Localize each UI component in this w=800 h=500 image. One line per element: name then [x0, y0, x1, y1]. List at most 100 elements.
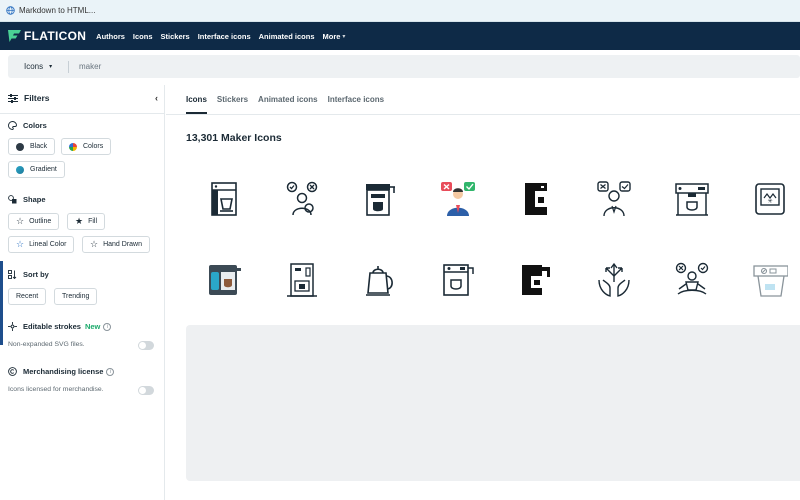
chip-label: Colors [83, 143, 104, 150]
pen-tool-icon [8, 322, 17, 331]
editable-strokes-note: Non-expanded SVG files. [8, 341, 85, 348]
vending-coffee-icon[interactable] [280, 258, 324, 302]
tab-stickers[interactable]: Stickers [217, 95, 248, 114]
results-title: 13,301 Maker Icons [186, 132, 282, 144]
star-hand-drawn-icon: ☆ [90, 239, 99, 249]
chip-label: Hand Drawn [103, 241, 142, 248]
espresso-machine-icon[interactable] [358, 177, 402, 221]
search-category-label: Icons [24, 62, 44, 71]
logo-text: FLATICON [24, 29, 87, 43]
globe-icon [6, 6, 15, 15]
svg-text:✳: ✳ [767, 198, 772, 205]
collapse-chevron-icon[interactable]: ‹ [155, 93, 158, 103]
hands-arrows-icon[interactable] [592, 258, 636, 302]
filters-header: Filters ‹ [8, 93, 158, 103]
chip-label: Fill [88, 218, 98, 225]
search-input[interactable] [69, 62, 369, 71]
chip-label: Black [30, 143, 48, 150]
sidebar-divider [0, 113, 164, 114]
decision-maker-icon[interactable] [280, 177, 324, 221]
palette-icon [8, 121, 17, 130]
decision-maker-color-icon[interactable] [436, 177, 480, 221]
tab-interface-icons[interactable]: Interface icons [328, 95, 384, 114]
shape-title: Shape [23, 195, 46, 204]
filters-title: Filters [24, 93, 50, 103]
browser-tab-bar: Markdown to HTML... [0, 0, 800, 22]
chip-label: Lineal Color [29, 241, 67, 248]
flaticon-logo-icon [8, 30, 21, 42]
tab-icons[interactable]: Icons [186, 95, 207, 114]
chip-label: Gradient [30, 166, 57, 173]
sort-recent-chip[interactable]: Recent [8, 288, 47, 305]
sort-trending-chip[interactable]: Trending [54, 288, 98, 305]
ad-banner-placeholder [186, 325, 800, 481]
chip-label: Recent [16, 293, 39, 300]
filters-sidebar: Filters ‹ Colors Black Colors Gradient S… [0, 85, 165, 500]
chip-label: Outline [29, 218, 52, 225]
new-badge: New [84, 322, 101, 331]
tab-animated-icons[interactable]: Animated icons [258, 95, 318, 114]
nav-icons[interactable]: Icons [133, 32, 153, 41]
color-black-chip[interactable]: Black [8, 138, 56, 155]
nav-interface-icons[interactable]: Interface icons [198, 32, 251, 41]
star-outline-icon: ☆ [16, 216, 25, 226]
top-navigation: FLATICON Authors Icons Stickers Interfac… [0, 22, 800, 50]
coffee-maker-fill-icon[interactable] [514, 258, 558, 302]
meditating-decision-icon[interactable] [670, 258, 714, 302]
gradient-swatch [16, 165, 24, 174]
color-colors-chip[interactable]: Colors [61, 138, 112, 155]
star-lineal-icon: ☆ [16, 239, 25, 249]
ice-maker-icon[interactable] [748, 258, 792, 302]
black-swatch [16, 142, 24, 151]
shapes-icon [8, 195, 17, 204]
merch-license-label: Merchandising license [23, 367, 104, 376]
shape-outline-chip[interactable]: ☆ Outline [8, 213, 60, 230]
shape-fill-chip[interactable]: ★ Fill [67, 213, 106, 230]
nav-animated-icons[interactable]: Animated icons [259, 32, 315, 41]
multicolor-swatch [69, 142, 77, 151]
results-area: Icons Stickers Animated icons Interface … [166, 85, 800, 500]
nav-stickers[interactable]: Stickers [161, 32, 190, 41]
editable-strokes-toggle[interactable] [138, 341, 154, 350]
coffee-maker-outline-icon[interactable] [436, 258, 480, 302]
editable-strokes-label: Editable strokes [23, 322, 81, 331]
espresso-maker-icon[interactable] [670, 177, 714, 221]
editable-strokes-title: Editable strokes New i [8, 322, 112, 331]
sort-icon [8, 270, 17, 279]
sort-title: Sort by [23, 270, 49, 279]
merch-license-note: Icons licensed for merchandise. [8, 386, 104, 393]
merch-license-toggle[interactable] [138, 386, 154, 395]
nav-more[interactable]: More ▾ [322, 32, 345, 41]
info-icon[interactable]: i [103, 322, 112, 331]
color-gradient-chip[interactable]: Gradient [8, 161, 65, 178]
shape-hand-drawn-chip[interactable]: ☆ Hand Drawn [82, 236, 150, 253]
colors-section-title: Colors [8, 121, 47, 130]
chevron-down-icon: ▾ [49, 64, 53, 70]
nav-authors[interactable]: Authors [96, 32, 125, 41]
coffee-machine-icon[interactable] [202, 177, 246, 221]
shape-lineal-color-chip[interactable]: ☆ Lineal Color [8, 236, 75, 253]
info-icon[interactable]: i [106, 367, 115, 376]
chip-label: Trending [62, 293, 90, 300]
copyright-icon [8, 367, 17, 376]
nav-more-label: More [322, 31, 341, 41]
kettle-icon[interactable] [358, 258, 402, 302]
browser-tab-title[interactable]: Markdown to HTML... [19, 6, 95, 15]
star-fill-icon: ★ [75, 216, 84, 226]
tabs-divider [166, 114, 800, 115]
coffee-machine-color-icon[interactable] [202, 258, 246, 302]
chevron-down-icon: ▾ [342, 33, 346, 40]
colors-title: Colors [23, 121, 47, 130]
coffee-machine-fill-icon[interactable] [514, 177, 558, 221]
search-bar: Icons ▾ [8, 55, 800, 78]
flaticon-logo[interactable]: FLATICON [8, 29, 86, 43]
shape-section-title: Shape [8, 195, 46, 204]
sort-section-title: Sort by [8, 270, 49, 279]
result-tabs: Icons Stickers Animated icons Interface … [186, 95, 384, 114]
search-category-select[interactable]: Icons ▾ [8, 62, 68, 71]
merch-license-title: Merchandising license i [8, 367, 115, 376]
decision-person-icon[interactable] [592, 177, 636, 221]
sidebar-accent-bar [0, 261, 3, 345]
sliders-icon [8, 93, 18, 103]
bread-maker-icon[interactable]: ✳ [748, 177, 792, 221]
